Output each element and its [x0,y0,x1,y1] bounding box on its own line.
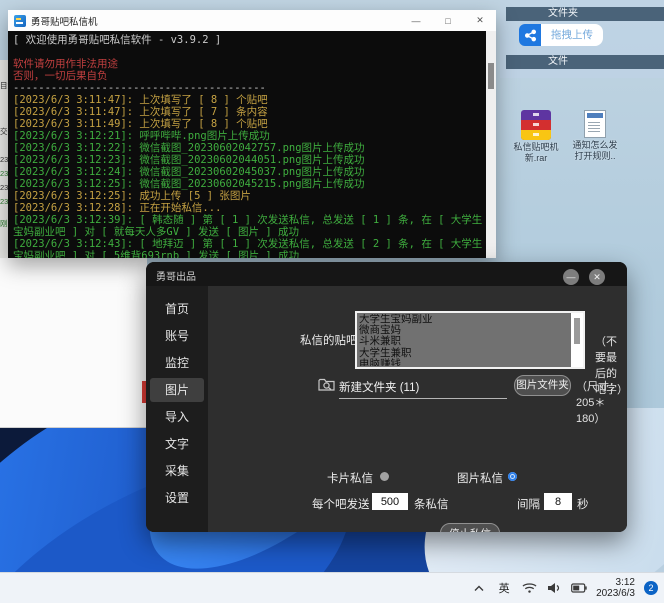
console-output: [ 欢迎使用勇哥贴吧私信软件 - v3.9.2 ] 软件请勿用作非法用途 否则，… [8,31,486,258]
app-window-title: 勇哥出品 [156,268,196,283]
sidebar-item-monitor[interactable]: 监控 [150,351,204,375]
console-log-line: [2023/6/3 3:12:25]: 微信截图_20230602045215.… [13,178,484,190]
desktop-icon-label: 通知怎么发 [564,140,626,151]
sidebar-item-image[interactable]: 图片 [150,378,204,402]
minimize-button[interactable]: — [400,10,432,31]
console-log-line: [2023/6/3 3:11:47]: 上次填写了 [ 8 ] 个贴吧 [13,94,484,106]
console-log-line: [2023/6/3 3:11:47]: 上次填写了 [ 7 ] 条内容 [13,106,484,118]
app-window: 勇哥出品 — ✕ 首页 账号 监控 图片 导入 文字 采集 设置 私信的贴吧 大… [146,262,627,532]
text-file-icon [584,110,606,138]
console-scrollbar[interactable] [486,31,496,258]
console-log-line: [2023/6/3 3:12:28]: 正在开始私信... [13,202,484,214]
tieba-listbox[interactable]: 大学生宝妈副业 微商宝妈 斗米兼职 大学生兼职 电脑赚钱 [355,311,585,369]
app-main: 私信的贴吧 大学生宝妈副业 微商宝妈 斗米兼职 大学生兼职 电脑赚钱 （不要最后… [208,286,627,532]
sidebar-item-settings[interactable]: 设置 [150,486,204,510]
taskbar-clock[interactable]: 3:12 2023/6/3 [596,577,635,599]
console-titlebar[interactable]: 勇哥贴吧私信机 — □ ✕ [8,10,496,31]
console-log-line: [2023/6/3 3:12:24]: 微信截图_20230602045037.… [13,166,484,178]
card-radio-label: 卡片私信 [327,470,373,486]
console-scrollbar-thumb[interactable] [488,63,494,89]
edge-text-fragment: 23/ [0,170,8,178]
desktop: 目数 交日 23/ 23/ 23/ 23/ 刚 文件夹 拖拽上传 文件 私信贴吧… [0,0,664,603]
console-log-line: 软件请勿用作非法用途 [13,58,484,70]
drag-upload-button[interactable]: 拖拽上传 [541,24,603,46]
console-log-line: [2023/6/3 3:12:22]: 微信截图_20230602042757.… [13,142,484,154]
console-log-line: [ 欢迎使用勇哥贴吧私信软件 - v3.9.2 ] [13,34,484,46]
winrar-archive-icon [521,110,551,140]
send-count-prefix: 每个吧发送 [312,496,370,512]
sidebar-item-text[interactable]: 文字 [150,432,204,456]
console-log-line: [2023/6/3 3:12:25]: 成功上传 [5 ] 张图片 [13,190,484,202]
close-button[interactable]: ✕ [589,269,605,285]
edge-text-fragment: 23/ [0,184,8,192]
tray-chevron-up-icon[interactable] [471,581,487,595]
console-log-line: [2023/6/3 3:11:49]: 上次填写了 [ 8 ] 个贴吧 [13,118,484,130]
stop-message-button[interactable]: 停止私信 [440,523,500,532]
taskbar-date: 2023/6/3 [596,588,635,599]
tieba-list-label: 私信的贴吧 [300,332,358,348]
edge-text-fragment: 23/ [0,156,8,164]
tieba-list-item[interactable]: 电脑赚钱 [359,359,569,366]
send-count-input[interactable] [372,493,408,510]
console-log-line: 否则，一切后果自负 [13,70,484,82]
maximize-button[interactable]: □ [432,10,464,31]
desktop-icon-label: 私信贴吧机 [505,142,567,153]
taskbar: 英 3:12 2023/6/3 2 [0,572,664,603]
send-count-suffix: 条私信 [414,496,449,512]
share-icon[interactable] [519,24,541,46]
upload-panel-file-header: 文件 [506,55,664,69]
interval-input[interactable] [544,493,572,510]
desktop-icon-text[interactable]: 通知怎么发 打开规则.. [564,110,626,161]
tieba-list-item[interactable]: 斗米兼职 [359,336,569,347]
size-hint: （尺寸：205＊180） [576,378,627,426]
console-window: 勇哥贴吧私信机 — □ ✕ [ 欢迎使用勇哥贴吧私信软件 - v3.9.2 ] … [8,10,496,258]
console-log-line: [2023/6/3 3:12:21]: 呼呼哔哔.png图片上传成功 [13,130,484,142]
listbox-scrollbar[interactable] [571,313,583,367]
sidebar-item-import[interactable]: 导入 [150,405,204,429]
edge-text-fragment: 交日 [0,128,8,136]
edge-text-fragment: 23/ [0,198,8,206]
upload-panel-folder-header: 文件夹 [506,7,664,21]
sidebar-item-home[interactable]: 首页 [150,297,204,321]
app-titlebar[interactable]: 勇哥出品 — ✕ [146,262,627,286]
interval-suffix: 秒 [577,496,589,512]
desktop-icon-label: 打开规则.. [564,151,626,162]
notification-badge[interactable]: 2 [644,581,658,595]
edge-text-fragment: 目数 [0,82,8,90]
system-tray: 英 3:12 2023/6/3 2 [471,573,658,603]
console-log-line: [2023/6/3 3:12:23]: 微信截图_20230602044051.… [13,154,484,166]
taskbar-time: 3:12 [596,577,635,588]
card-radio-icon[interactable] [380,472,389,481]
battery-icon[interactable] [571,581,587,595]
image-radio-label: 图片私信 [457,470,503,486]
console-window-title: 勇哥贴吧私信机 [31,14,98,28]
desktop-icon-label: 新.rar [505,153,567,164]
image-folder-field[interactable]: 新建文件夹 (11) [339,379,507,399]
app-sidebar: 首页 账号 监控 图片 导入 文字 采集 设置 [146,286,208,532]
wifi-icon[interactable] [521,581,537,595]
upload-panel: 文件夹 拖拽上传 文件 [500,0,664,78]
console-app-icon [14,15,26,27]
volume-icon[interactable] [546,581,562,595]
image-folder-button[interactable]: 图片文件夹 [514,375,571,396]
minimize-button[interactable]: — [563,269,579,285]
console-log-line: ---------------------------------------- [13,82,484,94]
sidebar-item-account[interactable]: 账号 [150,324,204,348]
background-window-edge: 目数 交日 23/ 23/ 23/ 23/ 刚 [0,60,8,258]
console-log-line: [2023/6/3 3:12:43]: [ 地拜迈 ] 第 [ 1 ] 次发送私… [13,238,484,258]
ime-indicator[interactable]: 英 [496,581,512,595]
interval-label: 间隔 [517,496,540,512]
image-radio-icon-selected[interactable] [508,472,517,481]
console-log-line: [2023/6/3 3:12:39]: [ 韩态随 ] 第 [ 1 ] 次发送私… [13,214,484,238]
background-window [0,258,147,428]
sidebar-item-collect[interactable]: 采集 [150,459,204,483]
listbox-scrollbar-thumb[interactable] [574,318,580,344]
folder-search-icon[interactable] [318,377,337,397]
close-button[interactable]: ✕ [464,10,496,31]
desktop-icon-rar[interactable]: 私信贴吧机 新.rar [505,110,567,163]
edge-text-fragment: 刚 [0,220,8,228]
